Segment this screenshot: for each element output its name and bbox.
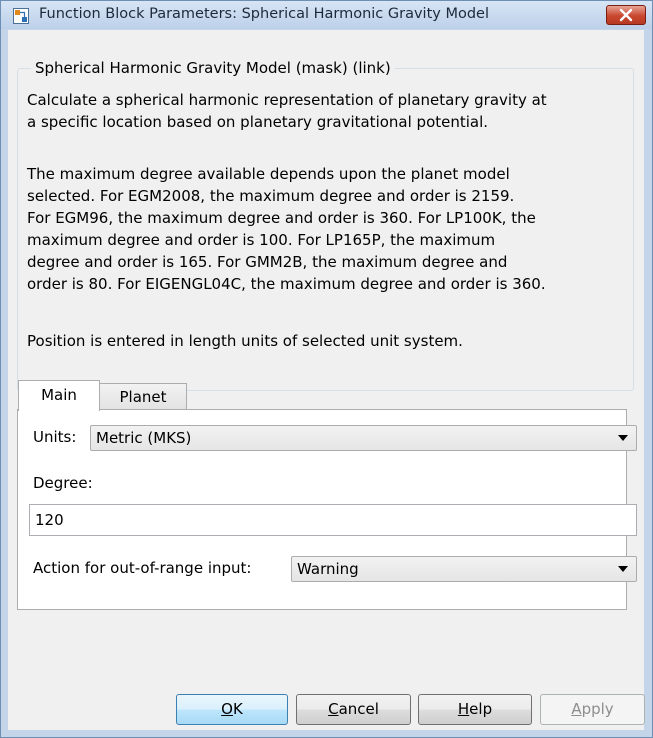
chevron-down-icon xyxy=(618,435,628,441)
description-line: For EGM96, the maximum degree and order … xyxy=(27,209,536,227)
description-line: Calculate a spherical harmonic represent… xyxy=(27,91,547,109)
description-line: Position is entered in length units of s… xyxy=(27,332,463,350)
apply-label: pply xyxy=(581,700,614,718)
description-line: maximum degree and order is 100. For LP1… xyxy=(27,231,496,249)
cancel-label: ancel xyxy=(338,700,379,718)
apply-button[interactable]: Apply xyxy=(540,694,645,725)
cancel-mnemonic: C xyxy=(328,700,339,718)
description-line: a specific location based on planetary g… xyxy=(27,113,489,131)
cancel-button[interactable]: Cancel xyxy=(296,694,411,725)
units-dropdown[interactable]: Metric (MKS) xyxy=(90,425,637,451)
close-icon xyxy=(619,8,633,22)
action-value: Warning xyxy=(297,560,359,578)
ok-mnemonic: O xyxy=(221,700,233,718)
action-dropdown[interactable]: Warning xyxy=(291,556,637,582)
description-line: The maximum degree available depends upo… xyxy=(27,165,510,183)
title-bar[interactable]: Function Block Parameters: Spherical Har… xyxy=(1,1,652,29)
simulink-block-icon xyxy=(13,8,29,24)
degree-input[interactable]: 120 xyxy=(29,504,637,536)
action-label: Action for out-of-range input: xyxy=(33,559,252,577)
degree-value: 120 xyxy=(35,511,64,529)
description-line: degree and order is 165. For GMM2B, the … xyxy=(27,253,508,271)
help-button[interactable]: Help xyxy=(418,694,532,725)
apply-mnemonic: A xyxy=(571,700,582,718)
units-value: Metric (MKS) xyxy=(96,429,192,447)
window-title: Function Block Parameters: Spherical Har… xyxy=(39,6,489,22)
units-label: Units: xyxy=(33,428,77,446)
ok-label: K xyxy=(232,700,243,718)
degree-label: Degree: xyxy=(33,474,93,492)
ok-button[interactable]: OK xyxy=(176,694,288,725)
group-title: Spherical Harmonic Gravity Model (mask) … xyxy=(31,59,395,77)
description-line: order is 80. For EIGENGL04C, the maximum… xyxy=(27,275,546,293)
tab-main[interactable]: Main xyxy=(18,380,100,411)
help-label: elp xyxy=(469,700,493,718)
tab-planet[interactable]: Planet xyxy=(99,383,187,409)
chevron-down-icon xyxy=(618,566,628,572)
help-mnemonic: H xyxy=(457,700,470,718)
description-line: selected. For EGM2008, the maximum degre… xyxy=(27,187,515,205)
close-button[interactable] xyxy=(606,5,646,25)
